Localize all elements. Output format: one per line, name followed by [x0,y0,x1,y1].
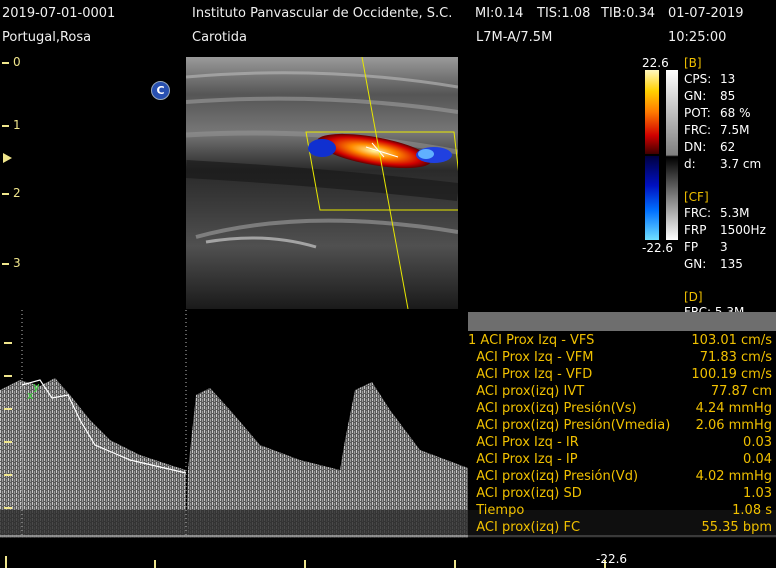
cf-param-key: FP [684,240,699,254]
measurement-label: ACI Prox Izq - VFD [468,367,593,382]
measurement-row[interactable]: ACI prox(izq) IVT 77.87 cm [468,384,776,401]
cf-param-key: FRP [684,223,707,237]
depth-tick-2: 2 [2,186,21,200]
patient-name: Portugal,Rosa [2,30,92,45]
measurement-label: ACI prox(izq) FC [468,520,581,535]
depth-tick-0: 0 [2,55,21,69]
cf-param-value: 135 [720,257,743,271]
measurement-panel-header [468,312,776,331]
velocity-color-bar-negative [645,156,659,240]
measurement-row[interactable]: ACI prox(izq) Presión(Vs) 4.24 mmHg [468,401,776,418]
measurement-label: ACI prox(izq) Presión(Vmedia) [468,418,671,433]
doppler-scale-bottom: -22.6 [596,552,628,566]
b-param-value: 62 [720,140,736,154]
tis-value: TIS:1.08 [537,6,591,21]
measurement-row[interactable]: ACI Prox Izq - IR 0.03 [468,435,776,452]
measurement-label: ACI prox(izq) IVT [468,384,585,399]
measurement-value: 103.01 cm/s [691,333,772,348]
b-params-title: [B] [684,56,702,70]
measurement-row[interactable]: ACI Prox Izq - VFD 100.19 cm/s [468,367,776,384]
measurement-panel[interactable]: 1 ACI Prox Izq - VFS 103.01 cm/s ACI Prox… [468,312,776,540]
depth-tick-3: 3 [2,256,21,270]
b-param-value: 68 % [720,106,751,120]
grayscale-bar [666,70,678,240]
focus-marker-icon[interactable] [3,153,12,163]
measurement-value: 1.08 s [732,503,772,518]
cf-params-title: [CF] [684,190,709,204]
institution-name: Instituto Panvascular de Occidente, S.C. [192,6,453,21]
depth-tick-1: 1 [2,118,21,132]
b-param-key: DN: [684,140,707,154]
velocity-color-bar-positive [645,70,659,154]
measurement-value: 4.02 mmHg [695,469,772,484]
measurement-value: 77.87 cm [710,384,772,399]
exam-type: Carotida [192,30,247,45]
b-param-value: 13 [720,72,736,86]
measurement-label: ACI prox(izq) SD [468,486,582,501]
cf-param-value: 5.3M [720,206,750,220]
measurement-row[interactable]: ACI prox(izq) SD 1.03 [468,486,776,503]
tib-value: TIB:0.34 [601,6,656,21]
measurement-value: 100.19 cm/s [691,367,772,382]
cursor-label-x: x [27,389,34,402]
b-param-key: GN: [684,89,707,103]
measurement-row[interactable]: ACI Prox Izq - VFM 71.83 cm/s [468,350,776,367]
cf-param-key: GN: [684,257,707,271]
d-params-title: [D] [684,290,703,304]
measurement-value: 0.03 [743,435,772,450]
measurement-value: 1.03 [743,486,772,501]
b-param-key: POT: [684,106,711,120]
measurement-value: 2.06 mmHg [695,418,772,433]
c-marker-icon: C [151,81,170,100]
cf-param-value: 3 [720,240,728,254]
measurement-row[interactable]: ACI prox(izq) Presión(Vmedia) 2.06 mmHg [468,418,776,435]
mi-value: MI:0.14 [475,6,524,21]
measurement-label: ACI prox(izq) Presión(Vs) [468,401,637,416]
b-param-key: CPS: [684,72,712,86]
measurement-value: 0.04 [743,452,772,467]
color-scale-max: 22.6 [642,56,669,70]
measurement-row[interactable]: ACI prox(izq) Presión(Vd) 4.02 mmHg [468,469,776,486]
measurement-label: ACI Prox Izq - IR [468,435,579,450]
cf-param-value: 1500Hz [720,223,766,237]
measurement-label: ACI prox(izq) Presión(Vd) [468,469,639,484]
measurement-row[interactable]: 1 ACI Prox Izq - VFS 103.01 cm/s [468,333,776,350]
b-param-key: d: [684,157,696,171]
color-scale-min: -22.6 [642,241,674,255]
measurement-row[interactable]: ACI Prox Izq - IP 0.04 [468,452,776,469]
patient-id: 2019-07-01-0001 [2,6,116,21]
exam-date: 01-07-2019 [668,6,744,21]
bmode-image[interactable] [186,57,458,309]
measurement-row[interactable]: ACI prox(izq) FC 55.35 bpm [468,520,776,537]
b-param-key: FRC: [684,123,712,137]
measurement-value: 55.35 bpm [701,520,772,535]
exam-time: 10:25:00 [668,30,727,45]
measurement-row[interactable]: Tiempo 1.08 s [468,503,776,520]
cf-param-key: FRC: [684,206,712,220]
measurement-label: 1 ACI Prox Izq - VFS [468,333,595,348]
b-param-value: 7.5M [720,123,750,137]
b-param-value: 85 [720,89,736,103]
probe-label: L7M-A/7.5M [476,30,553,45]
measurement-value: 71.83 cm/s [699,350,772,365]
measurement-label: ACI Prox Izq - VFM [468,350,594,365]
measurement-label: Tiempo [468,503,525,518]
b-param-value: 3.7 cm [720,157,762,171]
measurement-value: 4.24 mmHg [695,401,772,416]
measurement-label: ACI Prox Izq - IP [468,452,578,467]
